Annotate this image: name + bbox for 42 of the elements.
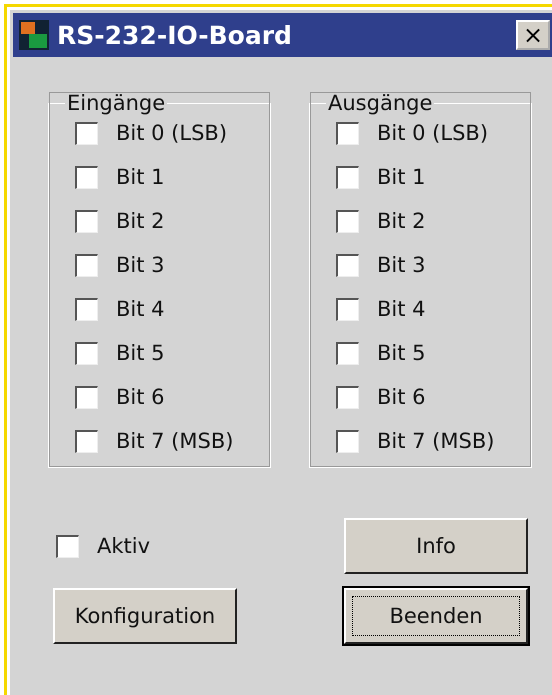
checkbox-label: Bit 4 [377, 297, 426, 321]
checkbox-label: Bit 1 [377, 165, 426, 189]
checkbox[interactable] [75, 342, 98, 364]
checkbox-label: Bit 0 (LSB) [377, 121, 488, 145]
checkbox[interactable] [336, 210, 359, 232]
window-title: RS-232-IO-Board [57, 20, 293, 50]
checkbox[interactable] [75, 298, 98, 320]
checkbox[interactable] [336, 254, 359, 276]
checkbox-label: Bit 4 [116, 297, 165, 321]
checkbox-label: Bit 5 [377, 341, 426, 365]
checkbox-label: Bit 6 [377, 385, 426, 409]
dialog-button[interactable]: Konfiguration [53, 588, 237, 644]
checkbox-label: Bit 3 [377, 253, 426, 277]
checkbox-label: Bit 7 (MSB) [116, 429, 234, 453]
checkbox[interactable] [336, 386, 359, 408]
dialog-button[interactable]: Beenden [344, 588, 528, 644]
checkbox[interactable] [75, 210, 98, 232]
checkbox[interactable] [75, 430, 98, 452]
checkbox-label: Bit 2 [116, 209, 165, 233]
checkbox-label: Bit 2 [377, 209, 426, 233]
checkbox[interactable] [336, 342, 359, 364]
group-title: Ausgänge [327, 91, 434, 115]
checkbox-label: Bit 0 (LSB) [116, 121, 228, 145]
checkbox-label: Bit 3 [116, 253, 165, 277]
checkbox[interactable] [75, 254, 98, 276]
checkbox[interactable] [56, 534, 79, 558]
checkbox[interactable] [336, 430, 359, 452]
checkbox[interactable] [75, 166, 98, 188]
app-icon [19, 20, 49, 50]
checkbox-label: Bit 1 [116, 165, 165, 189]
close-button[interactable]: × [516, 20, 550, 50]
checkbox[interactable] [75, 122, 98, 144]
group-title: Eingänge [66, 91, 166, 115]
checkbox[interactable] [75, 386, 98, 408]
checkbox-label: Bit 7 (MSB) [377, 429, 494, 453]
checkbox[interactable] [336, 298, 359, 320]
dialog-button[interactable]: Info [344, 518, 528, 574]
checkbox-label: Bit 6 [116, 385, 165, 409]
checkbox[interactable] [336, 122, 359, 144]
checkbox-label: Bit 5 [116, 341, 165, 365]
checkbox[interactable] [336, 166, 359, 188]
checkbox-label: Aktiv [97, 534, 150, 558]
